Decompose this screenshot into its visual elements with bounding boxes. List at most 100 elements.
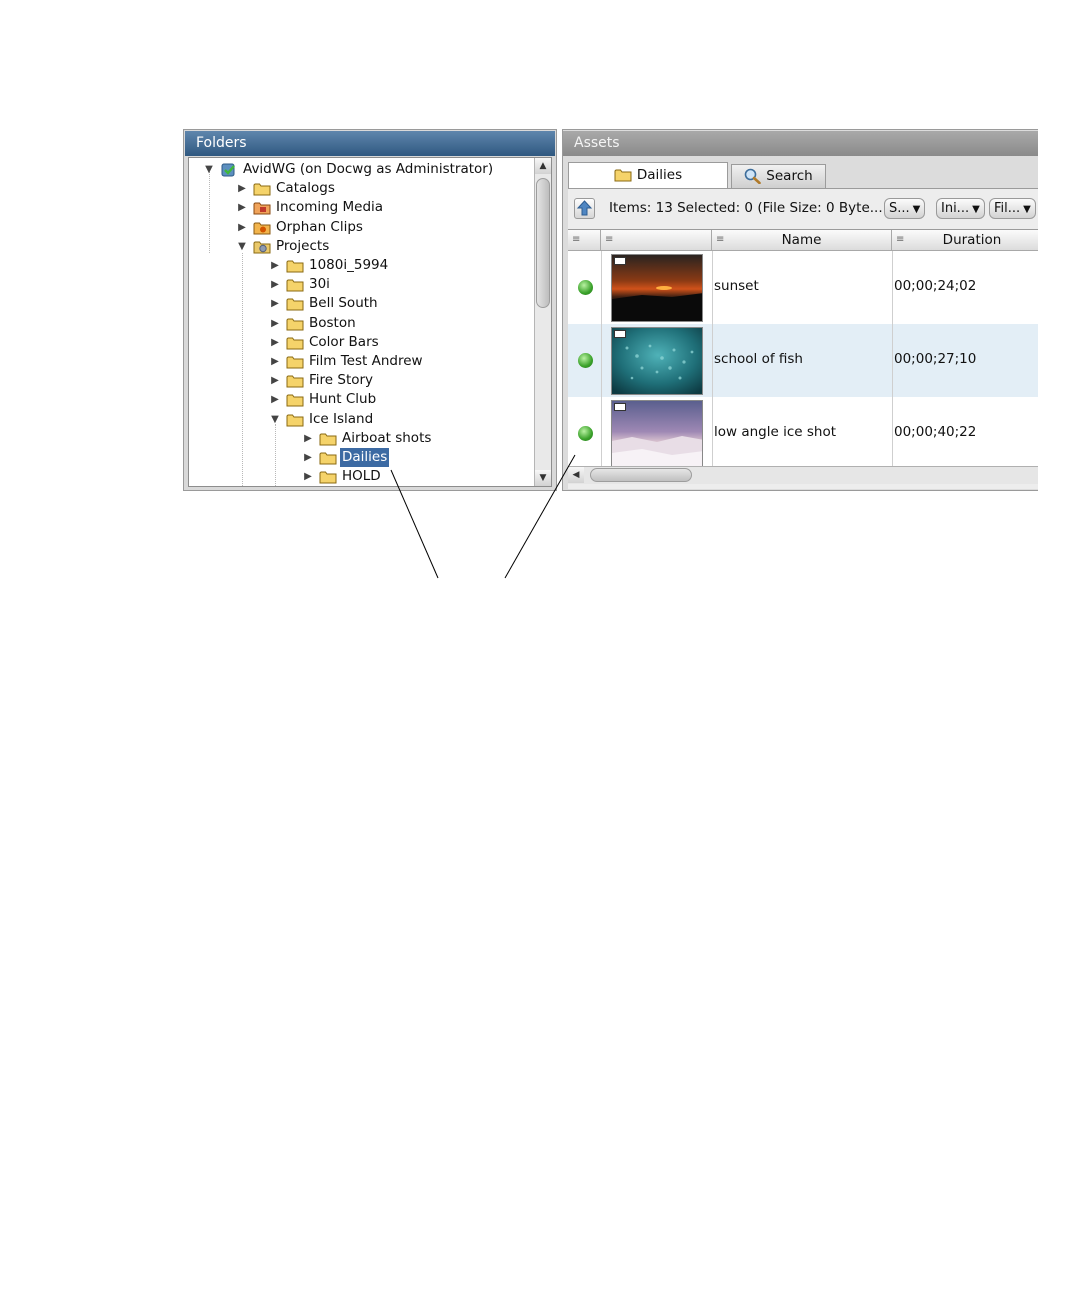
column-header-duration[interactable]: ≡ Duration xyxy=(892,230,1038,250)
collapse-right-arrow-icon[interactable]: ▶ xyxy=(269,390,281,409)
orphan-clips-folder-icon xyxy=(253,221,271,235)
collapse-right-arrow-icon[interactable]: ▶ xyxy=(236,198,248,217)
clip-thumbnail xyxy=(611,400,703,468)
tree-item-label: Fire Story xyxy=(309,372,374,389)
column-header-thumbnail[interactable]: ≡ xyxy=(601,230,712,250)
online-status-icon xyxy=(578,280,593,295)
table-row[interactable]: school of fish 00;00;27;10 xyxy=(568,324,1038,397)
scrollbar-thumb[interactable] xyxy=(590,468,692,482)
tree-item-label: Projects xyxy=(276,237,330,254)
folder-tree[interactable]: ▼ AvidWG (on Docwg as Administrator) ▶ Cata… xyxy=(189,158,536,486)
tab-dailies[interactable]: Dailies xyxy=(568,162,728,188)
tab-search-label: Search xyxy=(766,168,813,184)
collapse-right-arrow-icon[interactable]: ▶ xyxy=(269,314,281,333)
asset-toolbar: Items: 13 Selected: 0 (File Size: 0 Byte… xyxy=(568,189,1038,227)
vertical-scrollbar[interactable]: ▲ ▼ xyxy=(534,158,551,486)
tree-item-label: Hunt Club xyxy=(309,391,377,408)
collapse-right-arrow-icon[interactable]: ▶ xyxy=(269,294,281,313)
film-clip-icon xyxy=(614,257,626,265)
asset-list-area: Items: 13 Selected: 0 (File Size: 0 Byte… xyxy=(568,188,1038,489)
folders-panel: Folders ▼ AvidWG (on Docwg as Administrat… xyxy=(183,129,557,491)
folders-panel-title: Folders xyxy=(185,131,555,156)
folder-icon xyxy=(319,432,337,446)
online-status-icon xyxy=(578,353,593,368)
collapse-right-arrow-icon[interactable]: ▶ xyxy=(269,333,281,352)
collapse-right-arrow-icon[interactable]: ▶ xyxy=(269,352,281,371)
collapse-right-arrow-icon[interactable]: ▶ xyxy=(269,256,281,275)
expand-down-arrow-icon[interactable]: ▼ xyxy=(269,410,281,429)
assets-panel: Assets Dailies Search Items: 13 Selected… xyxy=(562,129,1038,491)
folder-icon xyxy=(286,259,304,273)
filter-dropdown[interactable]: Fil... ▼ xyxy=(989,198,1036,219)
items-status-text: Items: 13 Selected: 0 (File Size: 0 Byte… xyxy=(609,200,883,216)
scroll-up-arrow-icon[interactable]: ▲ xyxy=(535,158,551,174)
film-clip-icon xyxy=(614,403,626,411)
collapse-right-arrow-icon[interactable]: ▶ xyxy=(269,371,281,390)
tree-item-label: Color Bars xyxy=(309,333,379,350)
expand-down-arrow-icon[interactable]: ▼ xyxy=(203,160,215,179)
table-row[interactable]: sunset 00;00;24;02 xyxy=(568,251,1038,324)
tree-item-label: Catalogs xyxy=(276,180,335,197)
clip-thumbnail xyxy=(611,254,703,322)
tree-item-label: AvidWG (on Docwg as Administrator) xyxy=(243,161,494,177)
clip-duration: 00;00;27;10 xyxy=(894,351,977,367)
collapse-right-arrow-icon[interactable]: ▶ xyxy=(236,218,248,237)
folder-icon xyxy=(286,355,304,369)
tree-item-label: 1080i_5994 xyxy=(309,257,389,273)
tree-item-label: 30i xyxy=(309,276,330,293)
folder-tree-container: ▼ AvidWG (on Docwg as Administrator) ▶ Cata… xyxy=(188,157,552,487)
column-grip-icon: ≡ xyxy=(605,234,614,245)
server-check-icon xyxy=(220,163,238,177)
folder-icon xyxy=(614,169,632,182)
collapse-right-arrow-icon[interactable]: ▶ xyxy=(302,429,314,448)
tree-item-label: Ice Island xyxy=(309,410,374,427)
scrollbar-thumb[interactable] xyxy=(536,178,550,308)
chevron-down-icon: ▼ xyxy=(1023,204,1031,215)
folder-icon xyxy=(286,374,304,388)
tree-item-label: Incoming Media xyxy=(276,199,384,216)
clip-thumbnail xyxy=(611,327,703,395)
table-header: ≡ ≡ ≡ Name ≡ Duration xyxy=(568,230,1038,251)
sort-dropdown[interactable]: S... ▼ xyxy=(884,198,926,219)
assets-panel-title: Assets xyxy=(563,131,1038,156)
folder-icon xyxy=(286,413,304,427)
column-grip-icon: ≡ xyxy=(572,234,581,245)
collapse-right-arrow-icon[interactable]: ▶ xyxy=(302,448,314,467)
horizontal-scrollbar[interactable]: ◀ xyxy=(568,466,1038,484)
projects-folder-icon xyxy=(253,240,271,254)
tree-item-label: Dailies xyxy=(340,448,390,467)
scroll-down-arrow-icon[interactable]: ▼ xyxy=(535,470,551,486)
initial-dropdown[interactable]: Ini... ▼ xyxy=(936,198,985,219)
tree-item-label: Orphan Clips xyxy=(276,218,363,235)
clip-name: school of fish xyxy=(714,351,803,367)
folder-icon xyxy=(286,297,304,311)
collapse-right-arrow-icon[interactable]: ▶ xyxy=(269,275,281,294)
parent-folder-button[interactable] xyxy=(574,198,595,219)
clip-duration: 00;00;24;02 xyxy=(894,278,977,294)
column-header-name[interactable]: ≡ Name xyxy=(712,230,892,250)
tree-guide-line xyxy=(209,172,210,253)
magnifier-icon xyxy=(744,168,762,184)
collapse-right-arrow-icon[interactable]: ▶ xyxy=(302,467,314,486)
folder-icon xyxy=(253,182,271,196)
tree-item-label: HOLD xyxy=(342,468,381,485)
tree-item-label: Airboat shots xyxy=(342,429,432,446)
folder-icon xyxy=(286,278,304,292)
tab-search[interactable]: Search xyxy=(731,164,826,188)
clip-duration: 00;00;40;22 xyxy=(894,424,977,440)
clip-name: sunset xyxy=(714,278,759,294)
scroll-left-arrow-icon[interactable]: ◀ xyxy=(568,467,584,483)
tree-item-label: Boston xyxy=(309,314,356,331)
tree-guide-line xyxy=(275,424,276,486)
online-status-icon xyxy=(578,426,593,441)
asset-table: ≡ ≡ ≡ Name ≡ Duration sunset 00;00;24;02… xyxy=(568,229,1038,470)
column-header-status[interactable]: ≡ xyxy=(568,230,601,250)
folder-icon xyxy=(319,470,337,484)
expand-down-arrow-icon[interactable]: ▼ xyxy=(236,237,248,256)
folder-icon xyxy=(286,336,304,350)
collapse-right-arrow-icon[interactable]: ▶ xyxy=(236,179,248,198)
tab-dailies-label: Dailies xyxy=(636,167,683,183)
table-row[interactable]: low angle ice shot 00;00;40;22 xyxy=(568,397,1038,470)
chevron-down-icon: ▼ xyxy=(972,204,980,215)
clip-name: low angle ice shot xyxy=(714,424,837,440)
